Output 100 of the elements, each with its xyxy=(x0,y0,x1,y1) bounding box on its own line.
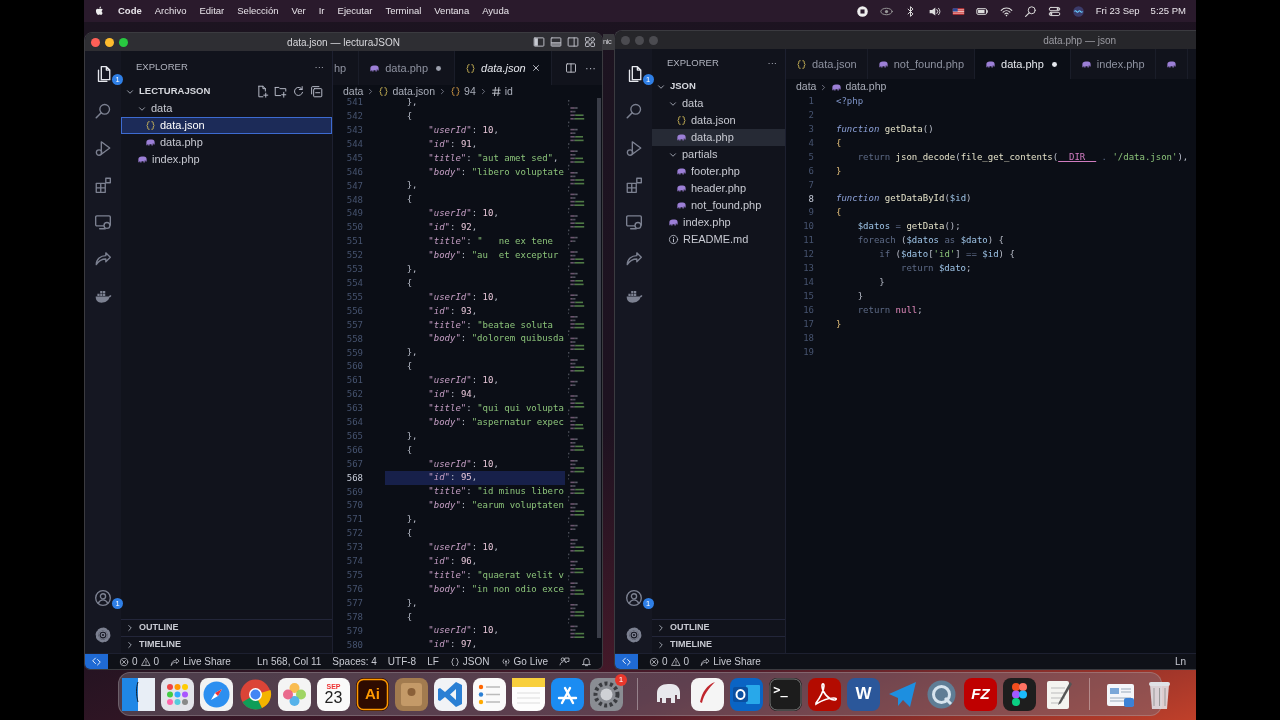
app-icon[interactable] xyxy=(808,677,841,711)
app-icon[interactable] xyxy=(1003,677,1036,711)
search-icon[interactable] xyxy=(624,101,643,120)
sidebar-section-header[interactable]: OUTLINE xyxy=(652,619,785,636)
search-icon[interactable] xyxy=(1023,4,1037,18)
settings-icon[interactable] xyxy=(624,625,643,644)
remote-explorer-icon[interactable] xyxy=(94,212,112,231)
collapse-all-icon[interactable] xyxy=(310,85,323,98)
app-icon[interactable]: FZ xyxy=(964,677,997,711)
app-icon[interactable] xyxy=(691,677,724,711)
app-icon[interactable] xyxy=(512,677,545,711)
settings-icon[interactable] xyxy=(94,625,112,644)
editor-tab[interactable]: index.php xyxy=(1070,49,1156,79)
app-icon[interactable] xyxy=(278,677,311,711)
wifi-icon[interactable] xyxy=(999,4,1013,18)
minimize-window-button[interactable] xyxy=(105,37,114,47)
more-actions-button[interactable]: ··· xyxy=(314,59,324,75)
file-tree-item[interactable]: index.php xyxy=(652,214,785,231)
file-tree-item[interactable]: not_found.php xyxy=(652,197,785,214)
app-icon[interactable] xyxy=(200,677,233,711)
share-arrow-icon[interactable] xyxy=(624,249,643,268)
status-bar-item[interactable]: UTF-8 xyxy=(387,654,417,669)
file-tree-item[interactable]: header.php xyxy=(652,180,785,197)
breadcrumb-item[interactable]: id xyxy=(490,83,513,100)
bell-icon[interactable] xyxy=(581,656,592,667)
zoom-window-button[interactable] xyxy=(119,37,128,47)
new-folder-icon[interactable] xyxy=(274,85,287,98)
more-actions-button[interactable]: ··· xyxy=(767,56,777,71)
workspace-folder-item[interactable]: LECTURAJSON xyxy=(121,83,332,100)
app-icon[interactable] xyxy=(122,677,155,711)
app-icon[interactable] xyxy=(161,677,194,711)
apple-menu-icon[interactable] xyxy=(94,5,105,17)
extensions-icon[interactable] xyxy=(624,175,643,194)
file-tree-item[interactable]: index.php xyxy=(121,151,332,168)
problems-button[interactable]: 0 0 xyxy=(649,654,690,669)
app-icon[interactable]: Ai xyxy=(356,677,389,711)
share-arrow-icon[interactable] xyxy=(94,249,112,268)
toggle-panel-icon[interactable] xyxy=(550,36,562,48)
control-center-icon[interactable] xyxy=(1047,4,1061,18)
app-icon[interactable] xyxy=(473,677,506,711)
app-icon[interactable] xyxy=(730,677,763,711)
remote-indicator-button[interactable] xyxy=(85,653,108,669)
stop-recording-icon[interactable] xyxy=(855,4,869,18)
split-editor-icon[interactable] xyxy=(565,62,577,74)
status-bar-item[interactable]: Ln 568, Col 11 xyxy=(257,654,322,669)
status-bar-item[interactable]: Ln xyxy=(1174,654,1186,669)
file-tree-item[interactable]: data.json xyxy=(121,117,332,134)
extensions-icon[interactable] xyxy=(94,175,112,194)
app-icon[interactable] xyxy=(551,677,584,711)
more-actions-button[interactable]: ··· xyxy=(585,59,596,77)
toggle-secondary-sidebar-icon[interactable] xyxy=(567,36,579,48)
menu-item[interactable]: Editar xyxy=(199,3,225,19)
app-icon[interactable]: >_ xyxy=(769,677,802,711)
folder-tree-item[interactable]: partials xyxy=(652,146,785,163)
siri-icon[interactable] xyxy=(1071,4,1085,18)
menu-item[interactable]: Ir xyxy=(318,3,325,19)
run-debug-icon[interactable] xyxy=(624,138,643,157)
menu-item[interactable]: Ayuda xyxy=(482,3,509,19)
file-tree-item[interactable]: data.json xyxy=(652,112,785,129)
account-icon[interactable] xyxy=(94,588,112,607)
file-tree-item[interactable]: data.php xyxy=(121,134,332,151)
editor-tab[interactable]: data.json xyxy=(786,49,868,79)
file-tree-item[interactable]: README.md xyxy=(652,231,785,248)
app-icon[interactable] xyxy=(434,677,467,711)
file-tree-item[interactable]: data.php xyxy=(652,129,785,146)
menu-item[interactable]: Ejecutar xyxy=(337,3,373,19)
breadcrumb-item[interactable]: data.php xyxy=(831,79,887,95)
folder-tree-item[interactable]: data xyxy=(121,100,332,117)
menu-item[interactable]: Selección xyxy=(237,3,279,19)
editor-tab[interactable]: data.json xyxy=(455,51,552,85)
remote-explorer-icon[interactable] xyxy=(624,212,643,231)
run-debug-icon[interactable] xyxy=(94,138,112,157)
remote-indicator-button[interactable] xyxy=(615,653,638,669)
workspace-folder-item[interactable]: JSON xyxy=(652,78,785,95)
search-icon[interactable] xyxy=(94,101,112,120)
editor-tab[interactable]: hp xyxy=(333,51,360,85)
folder-tree-item[interactable]: data xyxy=(652,95,785,112)
editor-tab[interactable]: data.php xyxy=(975,49,1071,79)
live-share-button[interactable]: Live Share xyxy=(700,654,761,669)
breadcrumb-item[interactable]: 94 xyxy=(450,83,476,100)
refresh-icon[interactable] xyxy=(292,85,305,98)
menu-item[interactable]: Ver xyxy=(291,3,306,19)
menu-item[interactable]: Archivo xyxy=(154,3,187,19)
menu-item[interactable]: Ventana xyxy=(434,3,470,19)
close-window-button[interactable] xyxy=(91,37,100,47)
close-icon[interactable] xyxy=(530,63,541,73)
app-menu[interactable]: Code xyxy=(118,3,142,19)
account-icon[interactable] xyxy=(624,588,643,607)
status-bar-item[interactable]: Spaces: 4 xyxy=(332,654,377,669)
app-icon[interactable]: W xyxy=(847,677,880,711)
menu-item[interactable]: Terminal xyxy=(385,3,422,19)
problems-button[interactable]: 0 0 xyxy=(119,654,160,669)
customize-layout-icon[interactable] xyxy=(584,36,596,48)
feedback-icon[interactable] xyxy=(559,656,570,667)
app-icon[interactable] xyxy=(395,677,428,711)
sidebar-section-header[interactable]: OUTLINE xyxy=(121,619,332,636)
toggle-sidebar-icon[interactable] xyxy=(533,36,545,48)
new-file-icon[interactable] xyxy=(256,85,269,98)
file-tree-item[interactable]: footer.php xyxy=(652,163,785,180)
live-share-button[interactable]: Live Share xyxy=(170,654,231,669)
